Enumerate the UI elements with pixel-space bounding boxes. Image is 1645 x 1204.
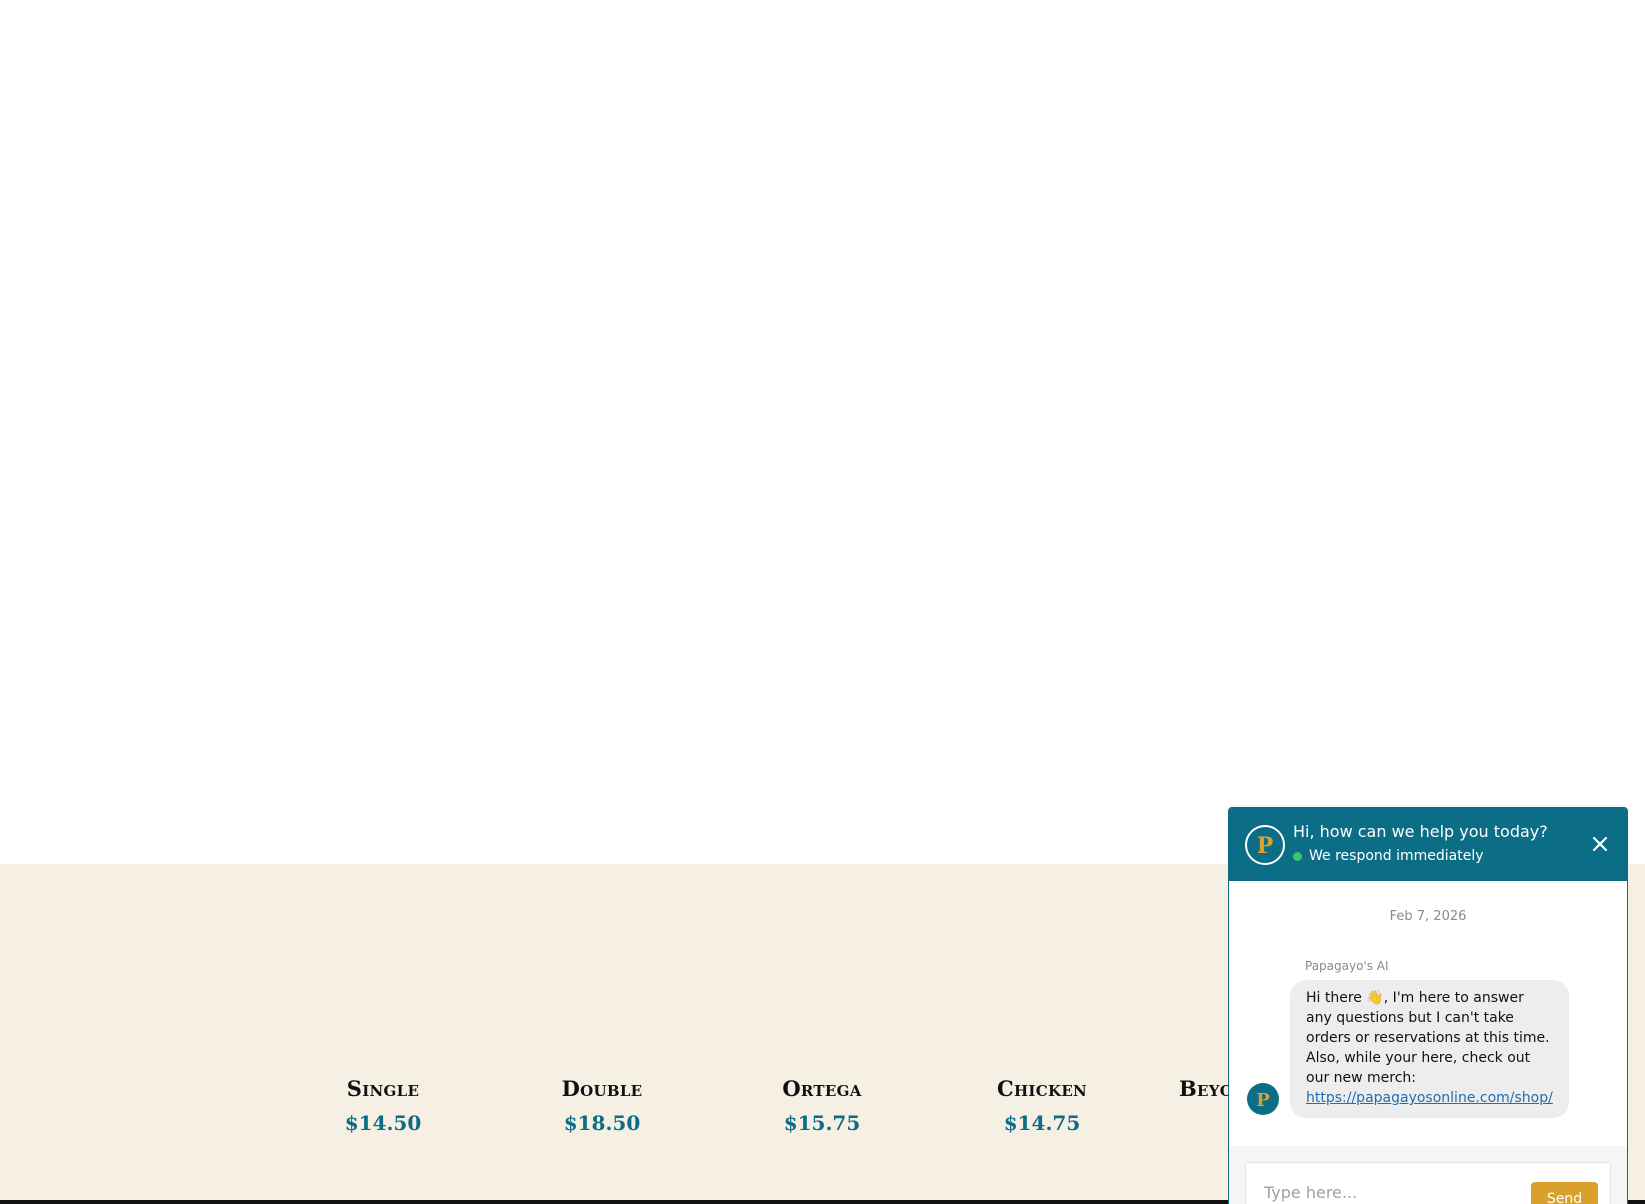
svg-text:P: P bbox=[1257, 833, 1274, 859]
menu-item-name: Chicken bbox=[996, 1076, 1088, 1101]
chat-widget: P Hi, how can we help you today? We resp… bbox=[1228, 807, 1628, 1204]
papagayos-logo-icon: P bbox=[1245, 825, 1285, 865]
chat-status: We respond immediately bbox=[1293, 848, 1484, 864]
chat-title: Hi, how can we help you today? bbox=[1293, 822, 1548, 841]
chat-date: Feb 7, 2026 bbox=[1389, 909, 1467, 924]
close-icon[interactable] bbox=[1589, 833, 1611, 855]
menu-item-price: $14.75 bbox=[1003, 1111, 1081, 1135]
menu-item-chicken[interactable]: Chicken $14.75 bbox=[942, 1074, 1142, 1138]
sender-name: Papagayo's AI bbox=[1305, 959, 1389, 973]
menu-item-name: Ortega bbox=[782, 1076, 862, 1101]
menu-item-name: Single bbox=[346, 1076, 420, 1101]
message-text: Hi there 👋, I'm here to answer any quest… bbox=[1306, 990, 1550, 1086]
chat-status-text: We respond immediately bbox=[1309, 848, 1484, 864]
chat-footer: Send bbox=[1229, 1146, 1627, 1204]
shop-link[interactable]: https://papagayosonline.com/shop/ bbox=[1306, 1090, 1553, 1106]
svg-text:P: P bbox=[1256, 1090, 1270, 1111]
message-bubble: Hi there 👋, I'm here to answer any quest… bbox=[1290, 980, 1569, 1118]
menu-item-price: $18.50 bbox=[563, 1111, 641, 1135]
menu-item-price: $15.75 bbox=[783, 1111, 861, 1135]
bot-avatar-icon: P bbox=[1247, 1083, 1279, 1115]
send-button[interactable]: Send bbox=[1531, 1182, 1598, 1204]
chat-messages: Feb 7, 2026 Papagayo's AI Hi there 👋, I'… bbox=[1229, 881, 1627, 1146]
menu-item-single[interactable]: Single $14.50 bbox=[283, 1074, 483, 1138]
menu-item-price: $14.50 bbox=[344, 1111, 422, 1135]
hero-section bbox=[0, 0, 1645, 864]
page: Single $14.50 Double $18.50 Ortega $15.7… bbox=[0, 0, 1645, 1204]
menu-item-double[interactable]: Double $18.50 bbox=[502, 1074, 702, 1138]
chat-header: P Hi, how can we help you today? We resp… bbox=[1229, 808, 1627, 881]
online-status-icon bbox=[1293, 851, 1302, 861]
menu-item-ortega[interactable]: Ortega $15.75 bbox=[722, 1074, 922, 1138]
menu-item-name: Double bbox=[561, 1076, 643, 1101]
